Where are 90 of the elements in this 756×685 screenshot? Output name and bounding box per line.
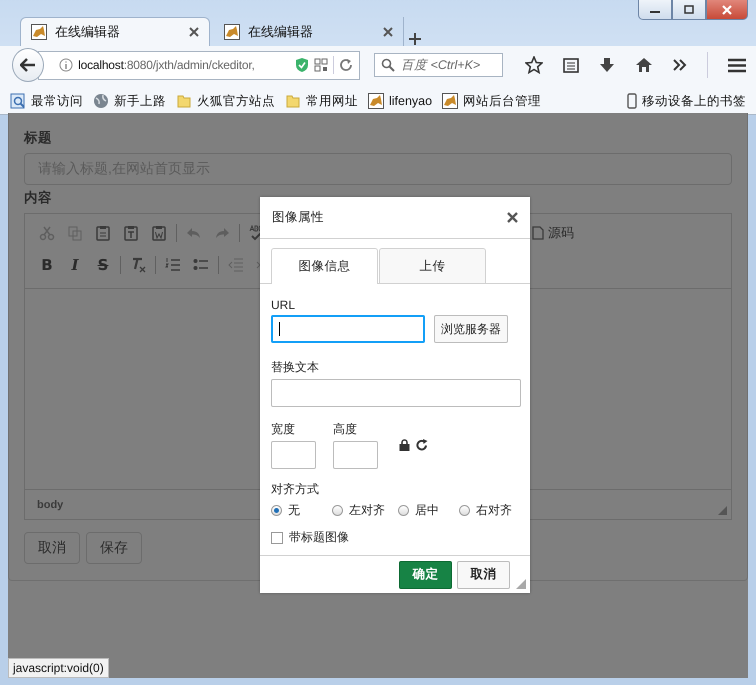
cat-favicon-icon xyxy=(224,24,240,40)
bookmark-item[interactable]: lifenyao xyxy=(368,93,432,109)
bookmark-item[interactable]: 最常访问 xyxy=(10,92,83,110)
bookmark-item[interactable]: 新手上路 xyxy=(93,92,166,110)
url-text: localhost:8080/jxth/admin/ckeditor, xyxy=(78,58,256,72)
close-icon[interactable] xyxy=(383,26,393,36)
resize-grip-icon xyxy=(718,506,727,515)
bookmark-item[interactable]: 火狐官方站点 xyxy=(176,92,275,110)
status-text: javascript:void(0) xyxy=(13,661,104,675)
save-button[interactable]: 保存 xyxy=(86,532,142,564)
alt-text-label: 替换文本 xyxy=(271,359,320,376)
download-icon[interactable] xyxy=(599,57,615,73)
phone-icon xyxy=(627,93,637,109)
address-bar[interactable]: localhost:8080/jxth/admin/ckeditor, xyxy=(38,50,360,80)
clear-format-icon xyxy=(130,257,146,273)
source-icon xyxy=(532,226,544,240)
cat-favicon-icon xyxy=(31,24,47,40)
height-label: 高度 xyxy=(333,421,358,438)
resize-grip-icon xyxy=(516,579,526,589)
search-icon xyxy=(381,58,396,72)
mobile-bookmarks[interactable]: 移动设备上的书签 xyxy=(627,92,746,110)
plus-icon[interactable] xyxy=(408,32,422,46)
close-button[interactable] xyxy=(706,0,748,20)
lock-icon[interactable] xyxy=(399,439,410,451)
bookmarks-list-icon xyxy=(10,93,26,109)
ok-button[interactable]: 确定 xyxy=(399,560,452,588)
format-button[interactable]: I xyxy=(61,253,89,277)
globe-icon xyxy=(93,93,109,109)
alt-text-input[interactable] xyxy=(271,379,521,407)
home-icon[interactable] xyxy=(635,57,653,73)
alignment-radio[interactable]: 无 xyxy=(271,502,332,519)
cancel-button[interactable]: 取消 xyxy=(24,532,80,564)
qr-code-icon xyxy=(314,58,328,72)
search-field[interactable]: 百度 <Ctrl+K> xyxy=(374,53,503,77)
height-input[interactable] xyxy=(333,441,378,469)
radio-circle[interactable] xyxy=(459,505,470,516)
dialog-title: 图像属性 xyxy=(272,209,324,226)
folder-icon xyxy=(285,93,301,109)
paste-text-icon xyxy=(123,225,139,241)
cat-favicon-icon xyxy=(442,93,458,109)
bulleted-list-icon xyxy=(193,257,209,273)
source-button[interactable]: 源码 xyxy=(532,224,574,242)
radio-circle[interactable] xyxy=(271,505,282,516)
radio-circle[interactable] xyxy=(398,505,409,516)
numbered-list-icon xyxy=(165,257,181,273)
back-button[interactable] xyxy=(12,48,44,82)
width-label: 宽度 xyxy=(271,421,296,438)
cat-favicon-icon xyxy=(368,93,384,109)
folder-icon xyxy=(176,93,192,109)
bookmark-item[interactable]: 常用网址 xyxy=(285,92,358,110)
info-icon xyxy=(59,58,74,72)
dialog-tab[interactable]: 上传 xyxy=(379,248,486,283)
reset-size-icon[interactable] xyxy=(416,439,428,451)
reload-icon xyxy=(339,58,354,72)
paste-icon xyxy=(95,225,111,241)
overflow-chevron-icon[interactable] xyxy=(673,59,687,71)
minimize-button[interactable] xyxy=(638,0,672,20)
alignment-radio[interactable]: 左对齐 xyxy=(332,502,398,519)
shield-icon xyxy=(295,57,310,73)
content-label: 内容 xyxy=(24,189,53,207)
radio-circle[interactable] xyxy=(332,505,343,516)
cancel-button[interactable]: 取消 xyxy=(457,560,510,588)
checkbox[interactable] xyxy=(271,532,283,544)
alignment-radio[interactable]: 居中 xyxy=(398,502,459,519)
browse-server-button[interactable]: 浏览服务器 xyxy=(434,315,508,343)
browser-tab[interactable]: 在线编辑器 xyxy=(20,17,210,46)
copy-icon xyxy=(67,225,83,241)
maximize-icon xyxy=(684,5,694,14)
alignment-label: 对齐方式 xyxy=(271,481,320,498)
close-icon xyxy=(722,4,732,14)
width-input[interactable] xyxy=(271,441,316,469)
url-input[interactable] xyxy=(271,315,425,343)
close-icon[interactable] xyxy=(507,212,518,223)
cut-icon xyxy=(39,225,55,241)
star-icon[interactable] xyxy=(525,56,543,74)
format-button[interactable]: S xyxy=(89,253,117,277)
reading-list-icon[interactable] xyxy=(563,57,579,73)
close-icon[interactable] xyxy=(189,27,199,37)
dialog-tab[interactable]: 图像信息 xyxy=(271,248,378,284)
maximize-button[interactable] xyxy=(672,0,706,20)
paste-word-icon xyxy=(151,225,167,241)
menu-icon[interactable] xyxy=(728,58,746,72)
url-label: URL xyxy=(271,298,296,312)
title-label: 标题 xyxy=(24,129,53,147)
bookmark-item[interactable]: 网站后台管理 xyxy=(442,92,542,110)
caption-checkbox-label[interactable]: 带标题图像 xyxy=(289,529,349,546)
alignment-radio[interactable]: 右对齐 xyxy=(459,502,519,519)
outdent-icon xyxy=(228,257,244,273)
format-button[interactable]: B xyxy=(33,253,61,277)
back-arrow-icon xyxy=(20,58,36,72)
